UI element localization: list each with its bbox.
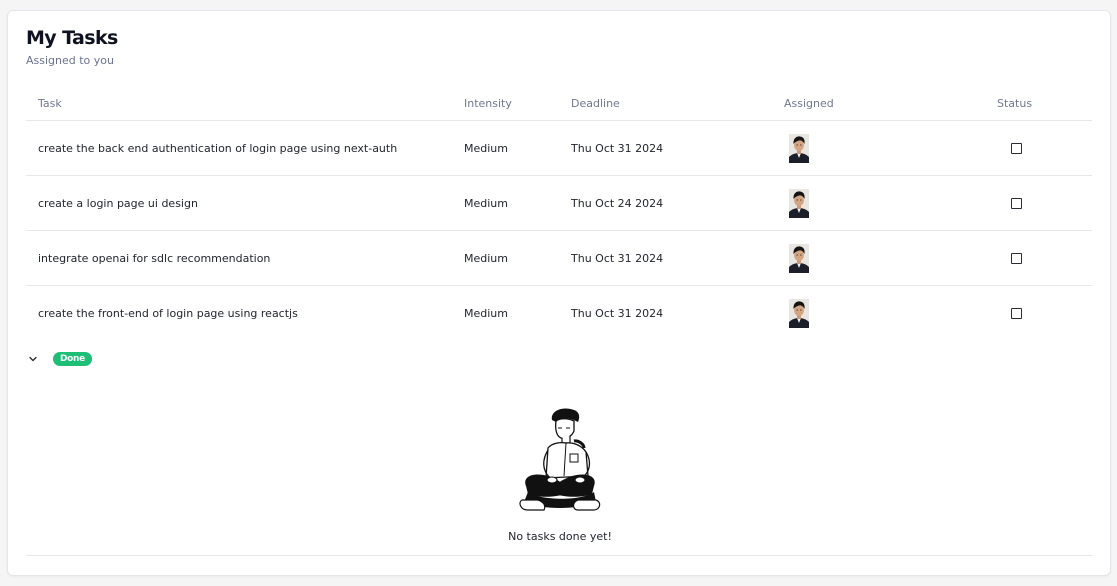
page-title: My Tasks: [26, 27, 118, 49]
column-header-deadline: Deadline: [571, 97, 620, 110]
assignee-avatar: [789, 189, 809, 218]
table-row: create the back end authentication of lo…: [26, 121, 1092, 176]
assignee-avatar: [789, 244, 809, 273]
task-name: create the back end authentication of lo…: [38, 142, 398, 155]
task-name: create a login page ui design: [38, 197, 198, 210]
column-header-status: Status: [997, 97, 1033, 110]
status-checkbox[interactable]: [1011, 253, 1022, 264]
task-deadline: Thu Oct 24 2024: [571, 197, 664, 210]
status-checkbox[interactable]: [1011, 198, 1022, 209]
assignee-avatar: [789, 134, 809, 163]
divider: [26, 555, 1092, 556]
column-header-assigned: Assigned: [784, 97, 834, 110]
column-header-task: Task: [38, 97, 62, 110]
table-header: Task Intensity Deadline Assigned Status: [26, 91, 1092, 121]
task-name: create the front-end of login page using…: [38, 307, 298, 320]
table-row: create a login page ui design Medium Thu…: [26, 176, 1092, 231]
task-intensity: Medium: [464, 142, 508, 155]
tasks-card: My Tasks Assigned to you Task Intensity …: [7, 10, 1111, 576]
task-name: integrate openai for sdlc recommendation: [38, 252, 271, 265]
empty-done-message: No tasks done yet!: [508, 530, 612, 543]
done-badge: Done: [53, 352, 92, 366]
task-intensity: Medium: [464, 252, 508, 265]
person-sitting-illustration: [519, 408, 601, 511]
status-checkbox[interactable]: [1011, 143, 1022, 154]
task-intensity: Medium: [464, 307, 508, 320]
task-deadline: Thu Oct 31 2024: [571, 252, 664, 265]
status-checkbox[interactable]: [1011, 308, 1022, 319]
chevron-down-icon[interactable]: [28, 354, 38, 364]
page-subtitle: Assigned to you: [26, 54, 114, 67]
column-header-intensity: Intensity: [464, 97, 512, 110]
task-intensity: Medium: [464, 197, 508, 210]
task-deadline: Thu Oct 31 2024: [571, 142, 664, 155]
assignee-avatar: [789, 299, 809, 328]
table-row: integrate openai for sdlc recommendation…: [26, 231, 1092, 286]
tasks-table: Task Intensity Deadline Assigned Status …: [26, 91, 1092, 341]
table-row: create the front-end of login page using…: [26, 286, 1092, 341]
done-section-header: Done: [26, 351, 226, 369]
task-deadline: Thu Oct 31 2024: [571, 307, 664, 320]
